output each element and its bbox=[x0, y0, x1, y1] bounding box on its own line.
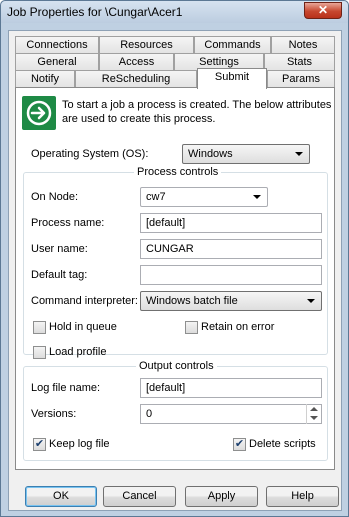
chevron-down-icon bbox=[295, 152, 303, 156]
chevron-down-icon bbox=[307, 299, 315, 303]
load-profile-checkbox[interactable] bbox=[33, 346, 46, 359]
retain-on-error-label: Retain on error bbox=[201, 321, 275, 333]
hold-in-queue-checkbox[interactable] bbox=[33, 321, 46, 334]
default-tag-field[interactable] bbox=[140, 265, 322, 285]
arrow-right-circle-icon bbox=[22, 96, 56, 130]
tab-connections[interactable]: Connections bbox=[15, 36, 99, 54]
process-controls-title: Process controls bbox=[134, 166, 222, 178]
user-name-field[interactable]: CUNGAR bbox=[140, 239, 322, 259]
output-controls-title: Output controls bbox=[136, 360, 217, 372]
on-node-combo[interactable]: cw7 bbox=[140, 187, 268, 207]
keep-log-label: Keep log file bbox=[49, 438, 110, 450]
on-node-value: cw7 bbox=[146, 191, 166, 203]
delete-scripts-label: Delete scripts bbox=[249, 438, 316, 450]
window-title: Job Properties for \Cungar\Acer1 bbox=[7, 5, 183, 19]
delete-scripts-checkbox[interactable]: ✔ bbox=[233, 438, 246, 451]
os-label: Operating System (OS): bbox=[31, 148, 149, 160]
tab-params[interactable]: Params bbox=[267, 70, 335, 88]
spin-down-icon[interactable] bbox=[310, 416, 318, 420]
load-profile-label: Load profile bbox=[49, 346, 107, 358]
tab-notify[interactable]: Notify bbox=[15, 70, 75, 88]
tab-general[interactable]: General bbox=[15, 53, 99, 71]
tab-commands[interactable]: Commands bbox=[194, 36, 271, 54]
title-bar[interactable]: Job Properties for \Cungar\Acer1 ✕ bbox=[1, 1, 348, 23]
help-button[interactable]: Help bbox=[266, 486, 339, 507]
tab-resources[interactable]: Resources bbox=[99, 36, 194, 54]
keep-log-checkbox[interactable]: ✔ bbox=[33, 438, 46, 451]
tab-submit[interactable]: Submit bbox=[197, 68, 267, 89]
info-text: To start a job a process is created. The… bbox=[62, 99, 332, 125]
interpreter-select[interactable]: Windows batch file bbox=[140, 291, 322, 311]
default-tag-label: Default tag: bbox=[31, 269, 88, 281]
versions-spinbox[interactable]: 0 bbox=[140, 404, 322, 424]
log-file-field[interactable]: [default] bbox=[140, 378, 322, 398]
interpreter-label: Command interpreter: bbox=[31, 295, 138, 307]
chevron-down-icon bbox=[253, 195, 261, 199]
user-name-label: User name: bbox=[31, 243, 88, 255]
hold-in-queue-label: Hold in queue bbox=[49, 321, 117, 333]
versions-label: Versions: bbox=[31, 408, 77, 420]
close-button[interactable]: ✕ bbox=[304, 2, 342, 19]
log-file-label: Log file name: bbox=[31, 382, 101, 394]
interpreter-value: Windows batch file bbox=[146, 295, 238, 307]
job-properties-window: Job Properties for \Cungar\Acer1 ✕ Conne… bbox=[0, 0, 349, 517]
tab-notes[interactable]: Notes bbox=[271, 36, 335, 54]
tab-stats[interactable]: Stats bbox=[264, 53, 335, 71]
versions-value: 0 bbox=[146, 408, 153, 420]
close-icon: ✕ bbox=[317, 3, 329, 17]
on-node-label: On Node: bbox=[31, 191, 79, 203]
versions-spin-buttons[interactable] bbox=[306, 404, 322, 424]
cancel-button[interactable]: Cancel bbox=[103, 486, 176, 507]
retain-on-error-checkbox[interactable] bbox=[185, 321, 198, 334]
tab-rescheduling[interactable]: ReScheduling bbox=[75, 70, 197, 88]
ok-button[interactable]: OK bbox=[25, 486, 97, 507]
process-name-label: Process name: bbox=[31, 217, 105, 229]
apply-button[interactable]: Apply bbox=[185, 486, 258, 507]
os-select[interactable]: Windows bbox=[182, 144, 310, 164]
os-select-value: Windows bbox=[188, 148, 233, 160]
process-name-field[interactable]: [default] bbox=[140, 213, 322, 233]
submit-tab-panel: To start a job a process is created. The… bbox=[15, 87, 335, 470]
spin-up-icon[interactable] bbox=[310, 407, 318, 411]
tab-access[interactable]: Access bbox=[99, 53, 174, 71]
